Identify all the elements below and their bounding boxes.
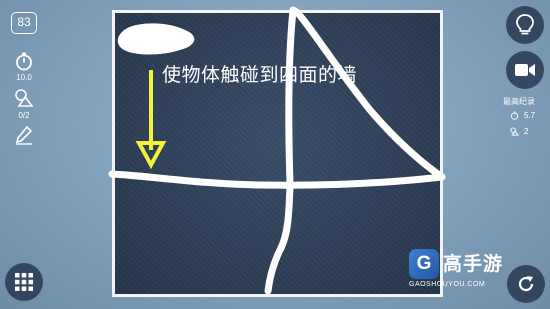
watermark-name: 高手游	[443, 253, 504, 275]
watermark: G 高手游 GAOSHOUYOU.COM	[409, 249, 509, 289]
time-limit-value: 10.0	[16, 73, 32, 82]
restart-button[interactable]	[507, 265, 545, 303]
stopwatch-icon	[16, 52, 32, 71]
pencil-icon[interactable]	[14, 125, 34, 145]
watermark-logo: G	[409, 249, 439, 279]
video-camera-icon	[515, 64, 535, 76]
lightbulb-icon	[516, 14, 534, 35]
video-button[interactable]	[506, 51, 544, 89]
hint-button[interactable]	[506, 6, 544, 44]
game-board[interactable]	[112, 10, 443, 297]
watermark-domain: GAOSHOUYOU.COM	[409, 281, 486, 288]
shapes-icon	[510, 127, 519, 136]
hint-text: 使物体触碰到四面的墙	[162, 64, 358, 86]
shapes-icon	[15, 89, 34, 107]
best-shapes-row: 2	[510, 127, 528, 136]
best-time-row: 5.7	[510, 111, 535, 120]
level-badge: 83	[11, 12, 37, 34]
restart-icon	[518, 276, 534, 292]
best-time-value: 5.7	[524, 111, 536, 120]
stopwatch-icon	[510, 111, 519, 120]
menu-button[interactable]	[5, 263, 43, 301]
grid-menu-icon	[15, 273, 33, 291]
shapes-used-value: 0/2	[18, 111, 30, 120]
best-record-label: 最高纪录	[503, 97, 535, 106]
best-shapes-value: 2	[524, 127, 529, 136]
